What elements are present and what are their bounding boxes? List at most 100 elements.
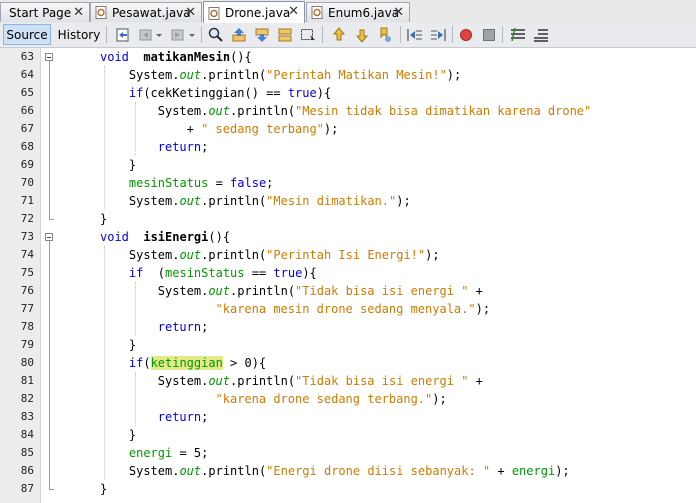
line-number: 63 xyxy=(20,50,34,63)
start-macro-recording-icon[interactable] xyxy=(457,26,475,44)
find-next-icon[interactable] xyxy=(253,26,271,44)
code-token: .println( xyxy=(201,248,267,262)
shift-line-right-icon[interactable] xyxy=(429,26,447,44)
find-selection-icon[interactable] xyxy=(207,26,225,44)
code-token: "Energi drone diisi sebanyak: " xyxy=(266,464,491,478)
code-token: ); xyxy=(446,68,462,82)
last-edit-icon[interactable] xyxy=(114,26,132,44)
code-token: ){ xyxy=(316,86,332,100)
code-line: } xyxy=(100,480,107,498)
code-line: } xyxy=(129,336,136,354)
code-token: System. xyxy=(157,104,209,118)
code-line: if(ketinggian > 0){ xyxy=(129,354,266,372)
tab-enum6-java[interactable]: Enum6.java ✕ xyxy=(306,2,410,22)
code-token: "Tidak bisa isi energi " xyxy=(295,374,469,388)
comment-icon[interactable] xyxy=(509,26,527,44)
back-dropdown-icon[interactable] xyxy=(155,26,163,44)
java-file-icon xyxy=(208,6,221,20)
code-token: ( xyxy=(143,266,166,280)
code-token: > 0){ xyxy=(222,356,267,370)
forward-icon[interactable] xyxy=(169,26,187,44)
code-line: energi = 5; xyxy=(129,444,208,462)
code-token: ); xyxy=(555,464,570,478)
uncomment-icon[interactable] xyxy=(532,26,550,44)
line-number: 86 xyxy=(20,464,34,477)
code-token: ( xyxy=(143,356,151,370)
next-bookmark-icon[interactable] xyxy=(353,26,371,44)
line-number: 79 xyxy=(20,338,34,351)
indent-guide xyxy=(104,246,105,480)
close-icon[interactable]: ✕ xyxy=(73,5,84,20)
code-line: System.out.println("Energi drone diisi s… xyxy=(129,462,570,480)
code-token: .println( xyxy=(201,464,267,478)
code-token: if xyxy=(128,86,144,100)
code-token: return xyxy=(157,410,202,424)
toggle-bookmark-icon[interactable] xyxy=(376,26,394,44)
line-number-gutter: 63 64 65 66 67 68 69 70 71 72 73 74 75 76 77 78 79 80 81 82… xyxy=(0,48,41,503)
fold-range-line xyxy=(49,61,50,219)
code-token: .println( xyxy=(230,104,296,118)
code-token: System. xyxy=(157,284,209,298)
code-token: " sedang terbang" xyxy=(201,122,324,136)
code-token: ; xyxy=(201,140,209,154)
code-token: if xyxy=(128,266,144,280)
code-token: ketinggian xyxy=(150,356,223,370)
tab-start-page[interactable]: Start Page ✕ xyxy=(0,2,90,22)
line-number: 64 xyxy=(20,68,34,81)
code-token: if xyxy=(128,356,144,370)
close-icon[interactable]: ✕ xyxy=(185,5,196,20)
code-line: System.out.println("Perintah Isi Energi!… xyxy=(129,246,440,264)
code-editor[interactable]: void matikanMesin(){System.out.println("… xyxy=(60,48,696,503)
find-previous-icon[interactable] xyxy=(230,26,248,44)
code-token: } xyxy=(128,338,137,352)
code-token: ){ xyxy=(302,266,317,280)
code-token: .println( xyxy=(230,284,296,298)
source-view-button[interactable]: Source xyxy=(3,24,51,45)
tab-drone-java[interactable]: Drone.java ✕ xyxy=(203,1,305,24)
code-token: System. xyxy=(128,194,180,208)
code-line: } xyxy=(129,156,136,174)
collapse-fold-icon[interactable] xyxy=(45,233,53,241)
toggle-highlight-search-icon[interactable] xyxy=(276,26,294,44)
code-line: "karena drone sedang terbang."); xyxy=(216,390,447,408)
code-token: + xyxy=(468,374,483,388)
code-token: .println( xyxy=(230,374,296,388)
code-token: out xyxy=(208,104,231,118)
toolbar-separator xyxy=(502,26,503,43)
forward-dropdown-icon[interactable] xyxy=(188,26,196,44)
code-token: } xyxy=(100,212,108,226)
line-number: 76 xyxy=(20,284,34,297)
toolbar-separator xyxy=(106,26,107,43)
tab-pesawat-java[interactable]: Pesawat.java ✕ xyxy=(90,2,202,22)
code-line: void matikanMesin(){ xyxy=(100,48,252,66)
code-token: ); xyxy=(432,392,447,406)
history-view-button[interactable]: History xyxy=(56,24,102,45)
close-icon[interactable]: ✕ xyxy=(393,5,404,20)
code-token: System. xyxy=(128,68,180,82)
editor-tab-bar: Start Page ✕ Pesawat.java ✕ Drone.java ✕… xyxy=(0,0,696,24)
close-icon[interactable]: ✕ xyxy=(288,4,299,19)
code-token: "Perintah Matikan Mesin!" xyxy=(266,68,447,82)
code-line: if(cekKetinggian() == true){ xyxy=(129,84,331,102)
indent-guide xyxy=(135,102,136,156)
code-token: out xyxy=(208,374,231,388)
code-token: .println( xyxy=(201,194,267,208)
stop-macro-recording-icon[interactable] xyxy=(480,26,498,44)
collapse-fold-icon[interactable] xyxy=(45,53,53,61)
code-token: + xyxy=(468,284,483,298)
code-token: System. xyxy=(128,248,180,262)
code-line: } xyxy=(100,210,107,228)
line-number: 71 xyxy=(20,194,34,207)
code-token: out xyxy=(208,284,231,298)
code-token: (cekKetinggian() == xyxy=(143,86,288,100)
line-number: 75 xyxy=(20,266,34,279)
code-line: System.out.println("Mesin dimatikan."); xyxy=(129,192,411,210)
code-token: System. xyxy=(128,464,180,478)
code-token: System. xyxy=(157,374,209,388)
previous-bookmark-icon[interactable] xyxy=(330,26,348,44)
back-icon[interactable] xyxy=(137,26,155,44)
line-number: 73 xyxy=(20,230,34,243)
code-token: return xyxy=(157,140,202,154)
shift-line-left-icon[interactable] xyxy=(406,26,424,44)
toggle-rectangular-selection-icon[interactable] xyxy=(299,26,317,44)
